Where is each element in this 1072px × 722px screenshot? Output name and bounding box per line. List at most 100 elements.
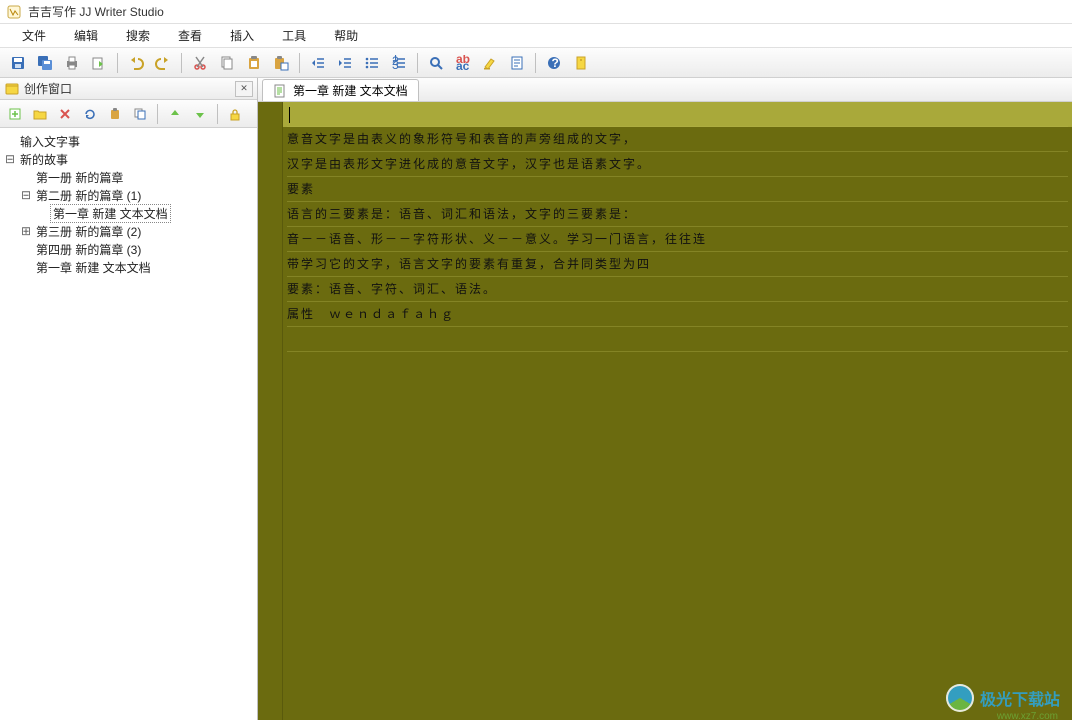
window-title: 吉吉写作 JJ Writer Studio [28, 3, 164, 20]
move-up-button[interactable] [164, 103, 186, 125]
workspace: 创作窗口 ✕ 输入文字事 ⊟新的故事 第一册 新的篇章 ⊟第二册 新的篇章 (1… [0, 78, 1072, 720]
separator [117, 53, 118, 73]
tree-vol2[interactable]: ⊟第二册 新的篇章 (1) [2, 186, 255, 204]
settings-button[interactable] [569, 51, 593, 75]
number-list-button[interactable]: 123 [387, 51, 411, 75]
editor-line: 带学习它的文字，语言文字的要素有重复，合并同类型为四 [287, 252, 1068, 277]
editor-gutter [258, 102, 283, 720]
watermark-logo-icon [946, 684, 974, 712]
save-button[interactable] [6, 51, 30, 75]
tree-vol3[interactable]: ⊞第三册 新的篇章 (2) [2, 222, 255, 240]
watermark-url: www.xz7.com [997, 711, 1058, 722]
editor-line: 语言的三要素是：语音、词汇和语法，文字的三要素是： [287, 202, 1068, 227]
new-node-button[interactable] [4, 103, 26, 125]
paste-button[interactable] [242, 51, 266, 75]
editor-line: 属性 ｗｅｎｄａｆａｈｇ [287, 302, 1068, 327]
export-button[interactable] [87, 51, 111, 75]
print-button[interactable] [60, 51, 84, 75]
editor-line [287, 327, 1068, 352]
menubar: 文件 编辑 搜索 查看 插入 工具 帮助 [0, 24, 1072, 48]
separator [299, 53, 300, 73]
tree-vol4[interactable]: 第四册 新的篇章 (3) [2, 240, 255, 258]
tree[interactable]: 输入文字事 ⊟新的故事 第一册 新的篇章 ⊟第二册 新的篇章 (1) 第一章 新… [0, 128, 257, 720]
sidebar-title: 创作窗口 [20, 80, 235, 97]
watermark-brand: 极光下载站 [980, 686, 1060, 710]
copy-button[interactable] [215, 51, 239, 75]
sidebar-header: 创作窗口 ✕ [0, 78, 257, 100]
text-caret [289, 107, 290, 123]
separator [181, 53, 182, 73]
main-toolbar: 123 abac ? [0, 48, 1072, 78]
tree-root-label: 输入文字事 [18, 133, 80, 150]
lock-button[interactable] [224, 103, 246, 125]
indent-button[interactable] [333, 51, 357, 75]
menu-insert[interactable]: 插入 [216, 23, 268, 48]
sidebar-toolbar [0, 100, 257, 128]
app-icon [6, 4, 22, 20]
tree-ch1doc[interactable]: 第一章 新建 文本文档 [2, 204, 255, 222]
tree-vol1-label: 第一册 新的篇章 [34, 169, 123, 186]
tree-vol3-label: 第三册 新的篇章 (2) [34, 223, 141, 240]
text-editor[interactable]: 意音文字是由表义的象形符号和表音的声旁组成的文字， 汉字是由表形文字进化成的意音… [283, 102, 1072, 720]
menu-tools[interactable]: 工具 [268, 23, 320, 48]
tree-ch1doc-label: 第一章 新建 文本文档 [50, 204, 171, 223]
redo-button[interactable] [151, 51, 175, 75]
paste-node-button[interactable] [104, 103, 126, 125]
editor-line: 汉字是由表形文字进化成的意音文字，汉字也是语素文字。 [287, 152, 1068, 177]
tree-ch1doc2[interactable]: 第一章 新建 文本文档 [2, 258, 255, 276]
highlight-button[interactable] [478, 51, 502, 75]
separator [217, 104, 218, 124]
menu-file[interactable]: 文件 [8, 23, 60, 48]
separator [535, 53, 536, 73]
svg-text:?: ? [552, 56, 559, 70]
move-down-button[interactable] [189, 103, 211, 125]
bullet-list-button[interactable] [360, 51, 384, 75]
sidebar-icon [4, 81, 20, 97]
undo-button[interactable] [124, 51, 148, 75]
tree-vol4-label: 第四册 新的篇章 (3) [34, 241, 141, 258]
duplicate-button[interactable] [129, 103, 151, 125]
editor-line: 要素 [287, 177, 1068, 202]
script-button[interactable] [505, 51, 529, 75]
cut-button[interactable] [188, 51, 212, 75]
sidebar-close-button[interactable]: ✕ [235, 81, 253, 97]
watermark: 极光下载站 [946, 684, 1060, 712]
help-button[interactable]: ? [542, 51, 566, 75]
menu-view[interactable]: 查看 [164, 23, 216, 48]
editor-line: 意音文字是由表义的象形符号和表音的声旁组成的文字， [287, 127, 1068, 152]
menu-edit[interactable]: 编辑 [60, 23, 112, 48]
tabstrip: 第一章 新建 文本文档 [258, 78, 1072, 102]
tree-root[interactable]: 输入文字事 [2, 132, 255, 150]
editor-container: 意音文字是由表义的象形符号和表音的声旁组成的文字， 汉字是由表形文字进化成的意音… [258, 102, 1072, 720]
editor-line: 音－－语音、形－－字符形状、义－－意义。学习一门语言，往往连 [287, 227, 1068, 252]
outdent-button[interactable] [306, 51, 330, 75]
tree-story-label: 新的故事 [18, 151, 68, 168]
delete-node-button[interactable] [54, 103, 76, 125]
expander-minus-icon[interactable]: ⊟ [2, 152, 18, 167]
menu-help[interactable]: 帮助 [320, 23, 372, 48]
find-button[interactable] [424, 51, 448, 75]
titlebar: 吉吉写作 JJ Writer Studio [0, 0, 1072, 24]
replace-button[interactable]: abac [451, 51, 475, 75]
expander-minus-icon[interactable]: ⊟ [18, 188, 34, 203]
content-area: 第一章 新建 文本文档 意音文字是由表义的象形符号和表音的声旁组成的文字， 汉字… [258, 78, 1072, 720]
separator [157, 104, 158, 124]
refresh-button[interactable] [79, 103, 101, 125]
document-tab[interactable]: 第一章 新建 文本文档 [262, 79, 419, 101]
document-icon [273, 84, 287, 98]
tree-ch1doc2-label: 第一章 新建 文本文档 [34, 259, 151, 276]
save-all-button[interactable] [33, 51, 57, 75]
tree-vol1[interactable]: 第一册 新的篇章 [2, 168, 255, 186]
editor-line [287, 102, 1068, 127]
tree-vol2-label: 第二册 新的篇章 (1) [34, 187, 141, 204]
editor-line: 要素：语音、字符、词汇、语法。 [287, 277, 1068, 302]
svg-text:ac: ac [456, 59, 470, 71]
tree-story[interactable]: ⊟新的故事 [2, 150, 255, 168]
separator [417, 53, 418, 73]
expander-plus-icon[interactable]: ⊞ [18, 224, 34, 239]
menu-search[interactable]: 搜索 [112, 23, 164, 48]
svg-text:3: 3 [392, 58, 399, 71]
new-folder-button[interactable] [29, 103, 51, 125]
tab-label: 第一章 新建 文本文档 [293, 82, 408, 99]
paste-special-button[interactable] [269, 51, 293, 75]
